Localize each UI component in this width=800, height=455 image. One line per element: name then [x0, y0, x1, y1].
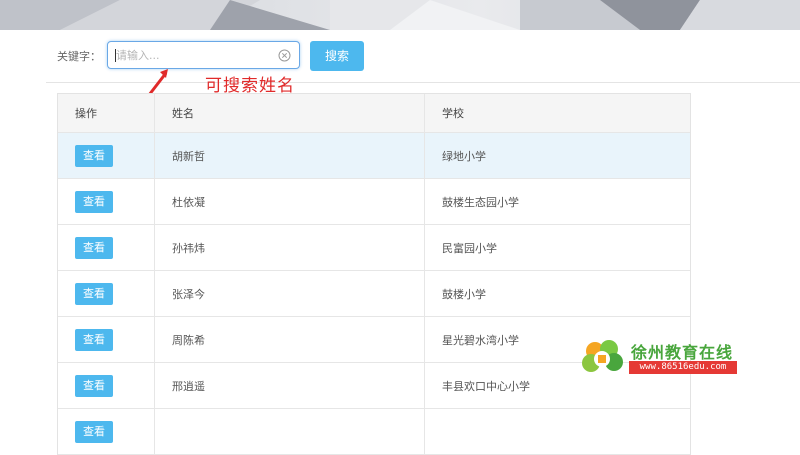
- student-name: 杜依凝: [155, 179, 425, 224]
- results-table: 操作 姓名 学校 查看 胡新哲 绿地小学 查看 杜依凝 鼓楼生态园小学 查看 孙…: [57, 93, 691, 455]
- student-name: 孙祎炜: [155, 225, 425, 270]
- view-button[interactable]: 查看: [75, 420, 113, 443]
- watermark-url: www.86516edu.com: [629, 361, 737, 374]
- school-name: [425, 409, 690, 454]
- column-header-name: 姓名: [155, 94, 425, 132]
- clear-icon[interactable]: [278, 49, 291, 62]
- table-row[interactable]: 查看 杜依凝 鼓楼生态园小学: [58, 179, 690, 225]
- keyword-label: 关键字：: [57, 50, 101, 63]
- table-row[interactable]: 查看 张泽今 鼓楼小学: [58, 271, 690, 317]
- search-button[interactable]: 搜索: [310, 41, 364, 71]
- search-input[interactable]: [116, 47, 276, 63]
- view-button[interactable]: 查看: [75, 236, 113, 259]
- student-name: 胡新哲: [155, 133, 425, 178]
- search-box[interactable]: [107, 41, 300, 69]
- school-name: 鼓楼小学: [442, 287, 486, 301]
- student-name: 邢逍遥: [155, 363, 425, 408]
- table-header-row: 操作 姓名 学校: [58, 94, 690, 133]
- school-name: 鼓楼生态园小学: [442, 195, 519, 209]
- view-button[interactable]: 查看: [75, 282, 113, 305]
- flower-logo-icon: [582, 340, 623, 372]
- column-header-action: 操作: [58, 94, 155, 132]
- student-name: [155, 409, 425, 454]
- view-button[interactable]: 查看: [75, 190, 113, 213]
- watermark-title: 徐州教育在线: [631, 343, 734, 362]
- view-button[interactable]: 查看: [75, 328, 113, 351]
- student-name: 周陈希: [155, 317, 425, 362]
- column-header-school: 学校: [442, 107, 464, 120]
- table-row[interactable]: 查看 胡新哲 绿地小学: [58, 133, 690, 179]
- header-banner: [0, 0, 800, 30]
- school-name: 民富园小学: [442, 241, 497, 255]
- watermark: 徐州教育在线 www.86516edu.com: [581, 337, 741, 379]
- view-button[interactable]: 查看: [75, 144, 113, 167]
- student-name: 张泽今: [155, 271, 425, 316]
- view-button[interactable]: 查看: [75, 374, 113, 397]
- table-row[interactable]: 查看 孙祎炜 民富园小学: [58, 225, 690, 271]
- school-name: 绿地小学: [442, 149, 486, 163]
- table-row[interactable]: 查看: [58, 409, 690, 455]
